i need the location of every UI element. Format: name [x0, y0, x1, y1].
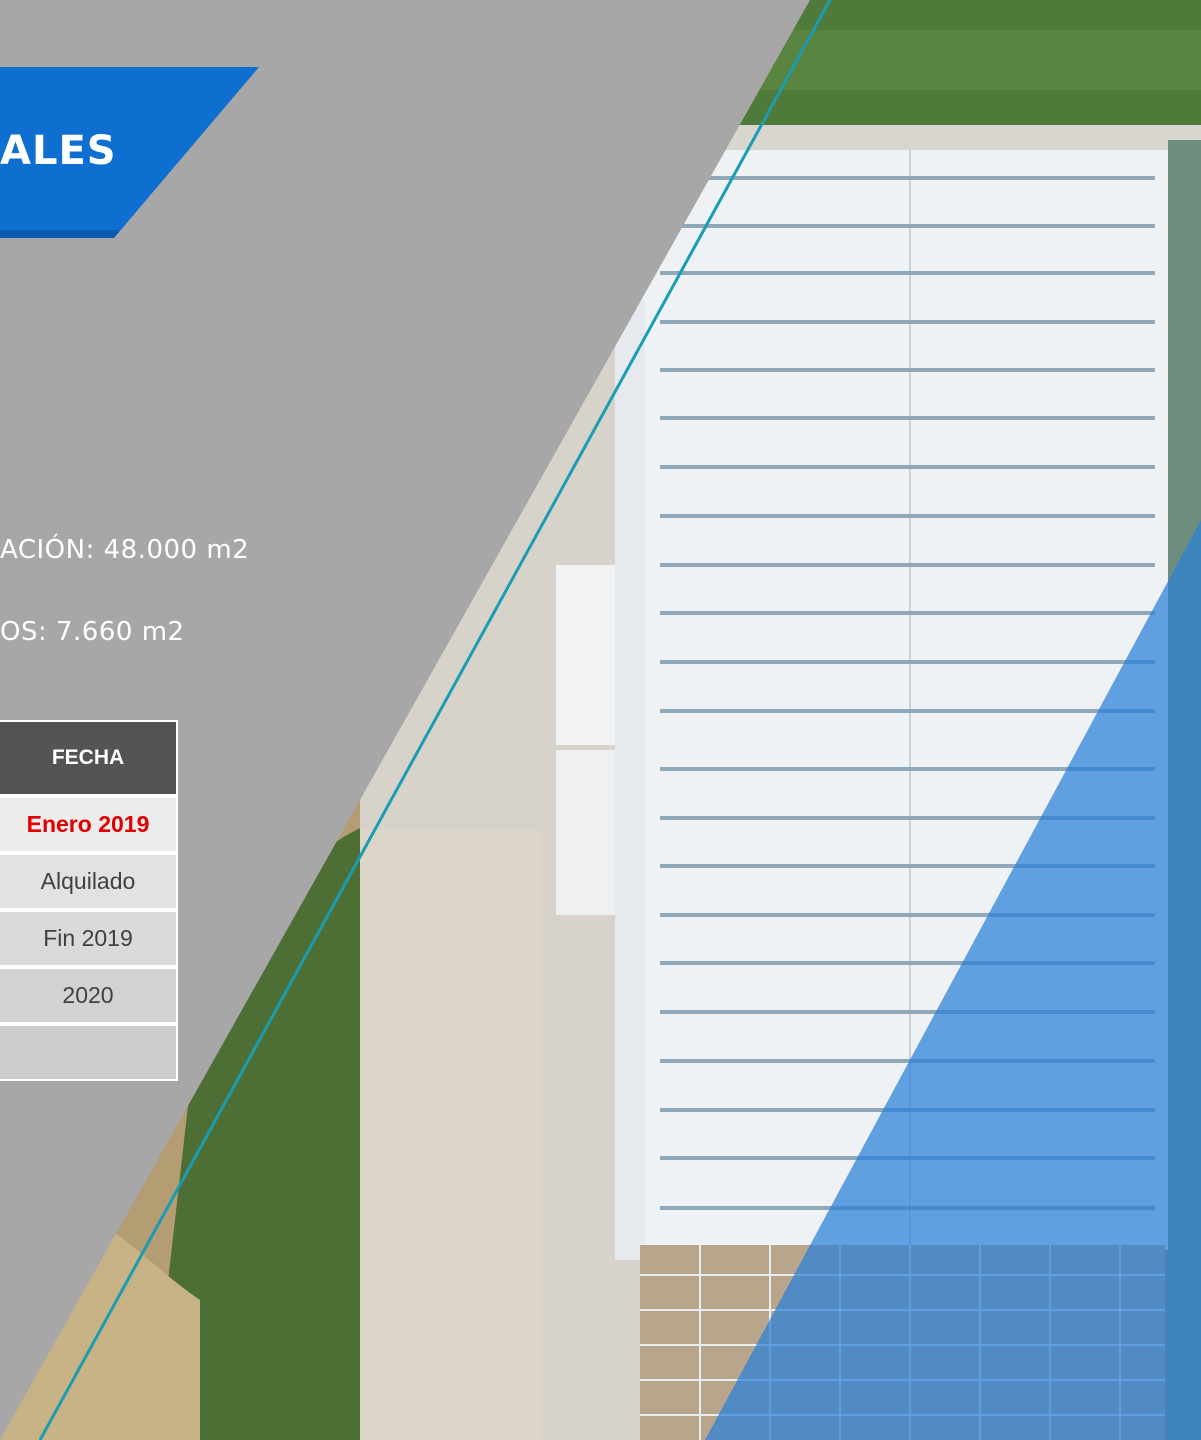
table-row — [0, 1024, 178, 1081]
table-row: Enero 2019 — [0, 796, 178, 853]
banner-title: ALES — [0, 128, 117, 174]
table-header-fecha: FECHA — [0, 720, 178, 796]
table-row: Alquilado — [0, 853, 178, 910]
aerial-photo-background — [0, 0, 1201, 1440]
dates-table: FECHA Enero 2019 Alquilado Fin 2019 2020 — [0, 720, 178, 1081]
table-row: 2020 — [0, 967, 178, 1024]
surface-area-text: ACIÓN: 48.000 m2 — [0, 535, 250, 565]
office-area-text: OS: 7.660 m2 — [0, 617, 185, 647]
table-row: Fin 2019 — [0, 910, 178, 967]
slide: ALES ACIÓN: 48.000 m2 OS: 7.660 m2 FECHA… — [0, 0, 1201, 1440]
